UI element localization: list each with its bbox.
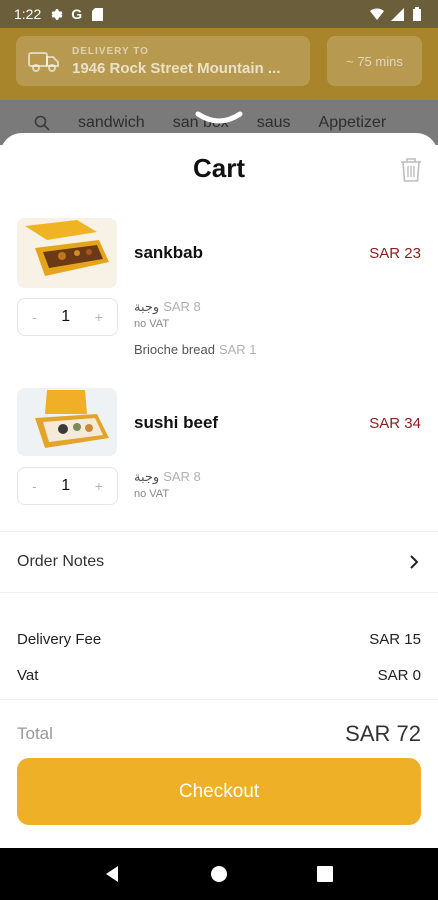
navigation-bar — [0, 848, 438, 900]
delivery-fee-label: Delivery Fee — [17, 631, 102, 648]
battery-icon — [410, 7, 424, 21]
addon-price: SAR 8 — [163, 299, 201, 314]
home-icon[interactable] — [209, 864, 229, 884]
total-value: SAR 72 — [345, 721, 421, 746]
recents-icon[interactable] — [315, 864, 335, 884]
category-tab-sandwich[interactable]: sandwich — [78, 114, 145, 132]
status-time: 1:22 — [14, 6, 42, 22]
item-price: SAR 34 — [369, 415, 421, 432]
item-image — [17, 218, 117, 288]
addon-vat-note: no VAT — [134, 318, 170, 330]
signal-icon — [390, 7, 404, 21]
eta-badge[interactable]: ~ 75 mins — [327, 36, 422, 86]
category-tab-saus[interactable]: saus — [257, 114, 291, 132]
google-icon: G — [71, 6, 83, 22]
app-header: DELIVERY TO 1946 Rock Street Mountain ..… — [0, 28, 438, 100]
divider — [0, 592, 438, 593]
delivery-truck-icon — [28, 52, 59, 72]
status-bar: 1:22 G — [0, 0, 438, 28]
decrement-button[interactable]: - — [32, 478, 37, 494]
back-icon[interactable] — [103, 864, 123, 884]
addon-item: وجبة SAR 8 — [134, 299, 201, 315]
sd-card-icon — [90, 7, 104, 21]
addon-item: Brioche bread SAR 1 — [134, 342, 257, 357]
cart-sheet: Cart sankbab SAR 23 - 1 + وجبة SAR 8 no V… — [0, 111, 438, 848]
addon-item: وجبة SAR 8 — [134, 469, 201, 485]
delivery-address: 1946 Rock Street Mountain ... — [72, 59, 281, 77]
settings-icon — [49, 7, 63, 21]
divider — [0, 699, 438, 700]
addon-price: SAR 8 — [163, 469, 201, 484]
delivery-label: DELIVERY TO — [72, 45, 149, 57]
sheet-handle-icon[interactable] — [195, 110, 243, 126]
quantity-value: 1 — [61, 477, 71, 494]
checkout-button[interactable]: Checkout — [17, 758, 421, 825]
quantity-value: 1 — [61, 308, 71, 325]
item-image — [17, 388, 117, 456]
search-icon[interactable] — [34, 115, 50, 131]
addon-price: SAR 1 — [218, 342, 257, 357]
increment-button[interactable]: + — [95, 309, 103, 325]
total-row: Total SAR 72 — [17, 721, 421, 747]
delivery-fee-row: Delivery Fee SAR 15 — [17, 631, 421, 648]
order-notes-row[interactable]: Order Notes — [0, 533, 438, 591]
total-label: Total — [17, 724, 53, 743]
addon-vat-note: no VAT — [134, 488, 170, 500]
cart-title: Cart — [192, 153, 245, 183]
divider — [0, 531, 438, 532]
item-price: SAR 23 — [369, 245, 421, 262]
quantity-stepper: - 1 + — [17, 298, 118, 336]
item-name: sankbab — [134, 243, 203, 262]
vat-value: SAR 0 — [377, 667, 421, 684]
addon-name: Brioche bread — [134, 342, 215, 357]
delivery-address-box[interactable]: DELIVERY TO 1946 Rock Street Mountain ..… — [16, 36, 310, 86]
addon-name: وجبة — [134, 299, 160, 314]
item-name: sushi beef — [134, 413, 219, 432]
addon-name: وجبة — [134, 469, 160, 484]
category-tab-appetizer[interactable]: Appetizer — [319, 114, 387, 132]
order-notes-label: Order Notes — [17, 553, 105, 570]
decrement-button[interactable]: - — [32, 309, 37, 325]
increment-button[interactable]: + — [95, 478, 103, 494]
vat-label: Vat — [17, 667, 39, 684]
trash-icon[interactable] — [400, 157, 422, 183]
vat-row: Vat SAR 0 — [17, 667, 421, 684]
chevron-right-icon — [410, 555, 419, 569]
delivery-fee-value: SAR 15 — [369, 631, 421, 648]
quantity-stepper: - 1 + — [17, 467, 118, 505]
wifi-icon — [370, 7, 384, 21]
